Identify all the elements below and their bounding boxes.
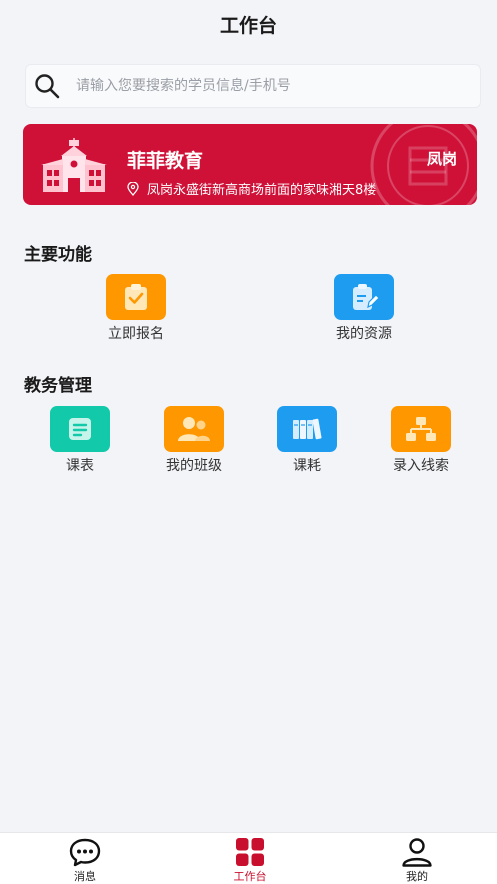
school-building-icon xyxy=(41,138,107,192)
schedule-label: 课表 xyxy=(66,458,94,474)
tab-messages-label: 消息 xyxy=(74,870,96,883)
my-class-label: 我的班级 xyxy=(166,458,222,474)
location-pin-icon xyxy=(127,181,139,196)
workbench-grid-icon xyxy=(232,836,268,868)
school-address: 凤岗永盛街新高商场前面的家味湘天8楼 xyxy=(127,179,376,198)
tab-profile[interactable]: 我的 xyxy=(362,833,472,884)
campus-region[interactable]: 凤岗 xyxy=(427,148,457,169)
search-input[interactable] xyxy=(74,77,458,95)
section-title-main-functions: 主要功能 xyxy=(24,245,92,265)
tab-profile-label: 我的 xyxy=(406,870,428,883)
books-icon xyxy=(277,406,337,452)
page-title: 工作台 xyxy=(219,14,277,37)
section-title-academic: 教务管理 xyxy=(24,376,92,396)
class-group-icon xyxy=(164,406,224,452)
org-chart-icon xyxy=(391,406,451,452)
school-banner[interactable]: 菲菲教育 凤岗 凤岗永盛街新高商场前面的家味湘天8楼 xyxy=(23,124,477,205)
enter-leads-button[interactable]: 录入线索 xyxy=(371,406,471,475)
search-icon[interactable] xyxy=(32,71,62,101)
schedule-icon xyxy=(50,406,110,452)
user-icon xyxy=(399,836,435,868)
document-edit-icon xyxy=(334,274,394,320)
address-text: 凤岗永盛街新高商场前面的家味湘天8楼 xyxy=(147,183,377,198)
school-name: 菲菲教育 xyxy=(127,150,204,172)
my-class-button[interactable]: 我的班级 xyxy=(144,406,244,475)
search-bar[interactable] xyxy=(25,64,481,108)
my-resources-label: 我的资源 xyxy=(336,326,392,342)
my-resources-button[interactable]: 我的资源 xyxy=(314,274,414,343)
schedule-button[interactable]: 课表 xyxy=(30,406,130,475)
tab-workbench[interactable]: 工作台 xyxy=(195,833,305,884)
course-consumption-label: 课耗 xyxy=(293,458,321,474)
tab-workbench-label: 工作台 xyxy=(233,870,267,883)
message-icon xyxy=(67,836,103,868)
clipboard-check-icon xyxy=(106,274,166,320)
seal-watermark-icon xyxy=(370,124,477,205)
enter-leads-label: 录入线索 xyxy=(393,458,449,474)
enroll-now-button[interactable]: 立即报名 xyxy=(86,274,186,343)
tab-messages[interactable]: 消息 xyxy=(30,833,140,884)
bottom-tab-bar: 消息 工作台 我的 xyxy=(0,832,497,884)
header: 工作台 xyxy=(0,0,497,48)
course-consumption-button[interactable]: 课耗 xyxy=(257,406,357,475)
enroll-now-label: 立即报名 xyxy=(108,326,164,342)
